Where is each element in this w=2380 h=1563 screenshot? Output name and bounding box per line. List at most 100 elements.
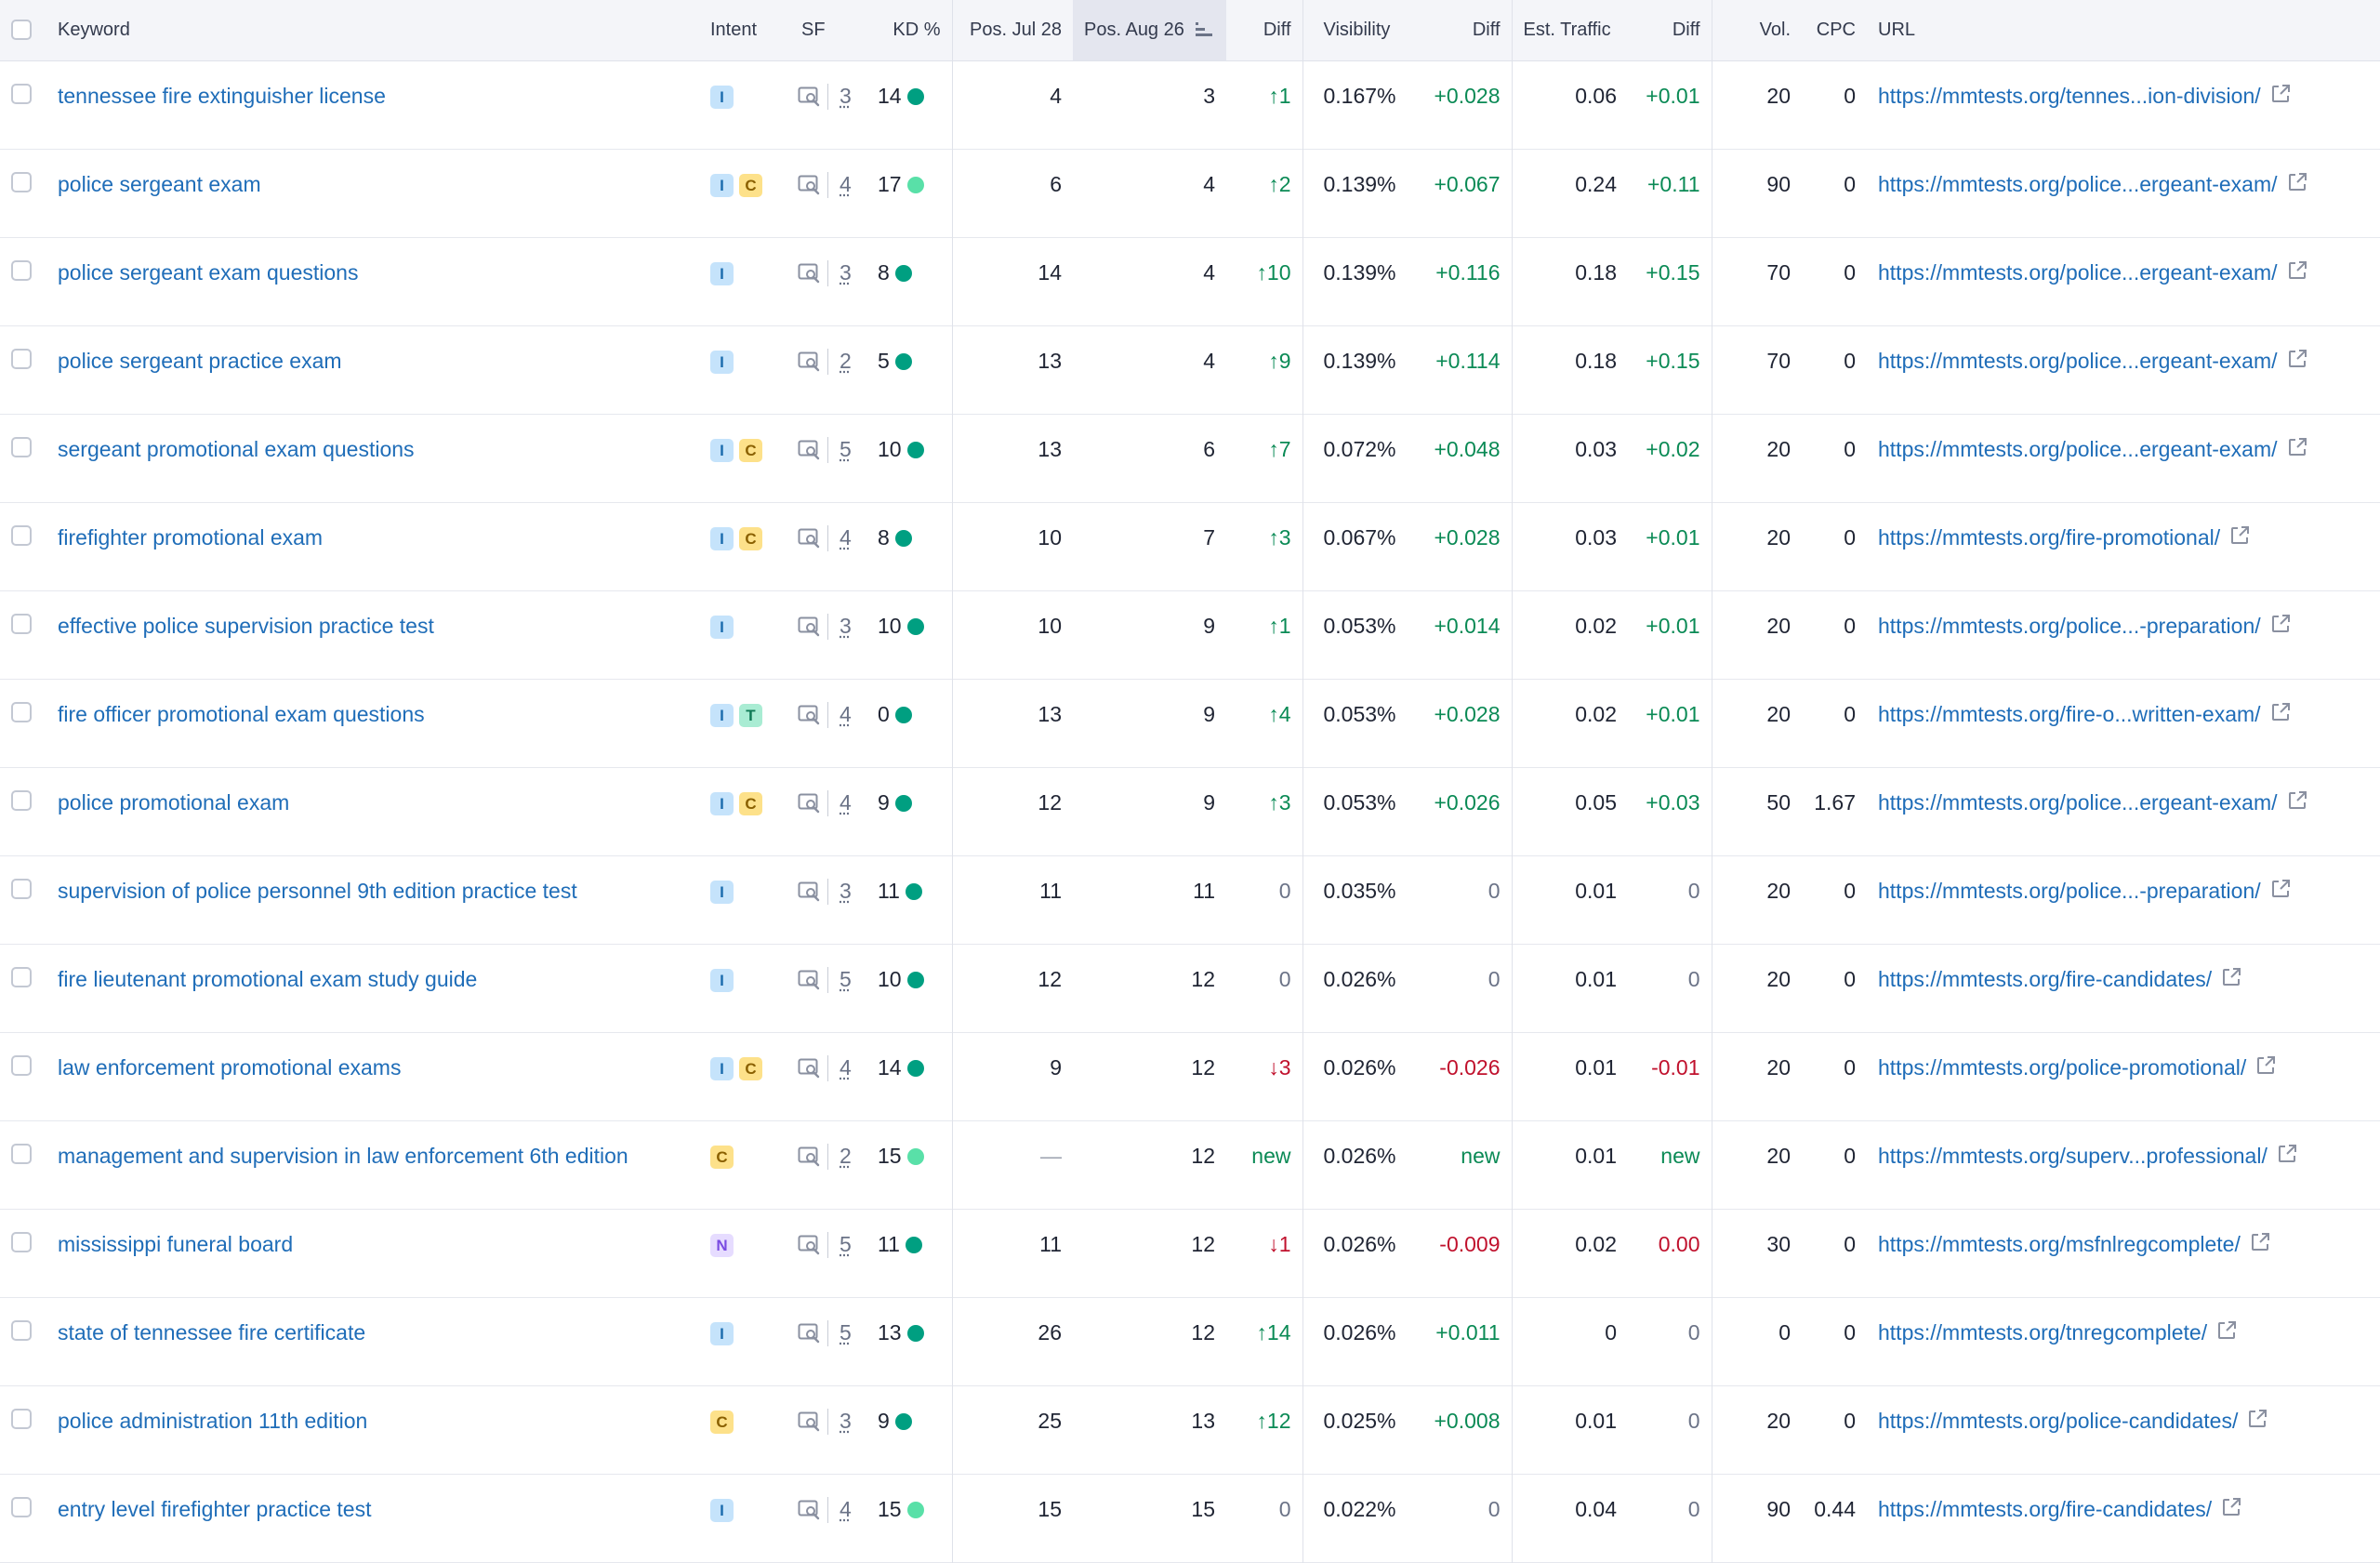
sf-count[interactable]: 3: [840, 1409, 852, 1433]
url-link[interactable]: https://mmtests.org/police...ergeant-exa…: [1878, 349, 2278, 373]
header-traffic-diff[interactable]: Diff: [1628, 0, 1712, 61]
row-checkbox[interactable]: [11, 701, 32, 722]
sf-count[interactable]: 5: [840, 1232, 852, 1256]
keyword-link[interactable]: mississippi funeral board: [58, 1232, 293, 1256]
intent-badge[interactable]: I: [710, 526, 734, 550]
sf-count[interactable]: 4: [840, 1497, 852, 1521]
row-checkbox[interactable]: [11, 259, 32, 281]
external-link-icon[interactable]: [2250, 1232, 2270, 1252]
intent-badge[interactable]: C: [739, 791, 762, 815]
keyword-link[interactable]: supervision of police personnel 9th edit…: [58, 879, 577, 903]
keyword-link[interactable]: effective police supervision practice te…: [58, 614, 434, 638]
external-link-icon[interactable]: [2287, 790, 2307, 811]
serp-features-icon[interactable]: [798, 793, 820, 814]
intent-badge[interactable]: I: [710, 1498, 734, 1522]
intent-badge[interactable]: I: [710, 438, 734, 462]
row-checkbox[interactable]: [11, 83, 32, 104]
url-link[interactable]: https://mmtests.org/police-candidates/: [1878, 1409, 2238, 1433]
header-sf[interactable]: SF: [785, 0, 866, 61]
keyword-link[interactable]: police promotional exam: [58, 790, 289, 815]
row-checkbox[interactable]: [11, 878, 32, 899]
row-checkbox[interactable]: [11, 1319, 32, 1341]
url-link[interactable]: https://mmtests.org/police...ergeant-exa…: [1878, 790, 2278, 815]
keyword-link[interactable]: state of tennessee fire certificate: [58, 1320, 365, 1344]
url-link[interactable]: https://mmtests.org/tnregcomplete/: [1878, 1320, 2207, 1344]
keyword-link[interactable]: police sergeant practice exam: [58, 349, 342, 373]
intent-badge[interactable]: I: [710, 261, 734, 285]
sf-count[interactable]: 5: [840, 437, 852, 461]
external-link-icon[interactable]: [2287, 172, 2307, 192]
keyword-link[interactable]: sergeant promotional exam questions: [58, 437, 415, 461]
sf-count[interactable]: 3: [840, 260, 852, 285]
keyword-link[interactable]: police sergeant exam questions: [58, 260, 358, 285]
external-link-icon[interactable]: [2287, 260, 2307, 281]
external-link-icon[interactable]: [2270, 614, 2291, 634]
external-link-icon[interactable]: [2247, 1409, 2268, 1429]
row-checkbox[interactable]: [11, 1231, 32, 1252]
sf-count[interactable]: 2: [840, 1144, 852, 1168]
url-link[interactable]: https://mmtests.org/police-promotional/: [1878, 1055, 2246, 1080]
header-url[interactable]: URL: [1867, 0, 2380, 61]
row-checkbox[interactable]: [11, 348, 32, 369]
external-link-icon[interactable]: [2270, 702, 2291, 722]
sf-count[interactable]: 2: [840, 349, 852, 373]
serp-features-icon[interactable]: [798, 881, 820, 902]
serp-features-icon[interactable]: [798, 1235, 820, 1255]
sf-count[interactable]: 4: [840, 702, 852, 726]
serp-features-icon[interactable]: [798, 528, 820, 549]
intent-badge[interactable]: I: [710, 880, 734, 904]
row-checkbox[interactable]: [11, 1143, 32, 1164]
serp-features-icon[interactable]: [798, 351, 820, 372]
serp-features-icon[interactable]: [798, 970, 820, 990]
sf-count[interactable]: 5: [840, 967, 852, 991]
url-link[interactable]: https://mmtests.org/fire-candidates/: [1878, 1497, 2212, 1521]
intent-badge[interactable]: I: [710, 703, 734, 727]
keyword-link[interactable]: management and supervision in law enforc…: [58, 1144, 628, 1168]
row-checkbox[interactable]: [11, 966, 32, 987]
intent-badge[interactable]: I: [710, 791, 734, 815]
url-link[interactable]: https://mmtests.org/police...-preparatio…: [1878, 879, 2261, 903]
external-link-icon[interactable]: [2270, 879, 2291, 899]
external-link-icon[interactable]: [2287, 437, 2307, 457]
serp-features-icon[interactable]: [798, 1058, 820, 1079]
sf-count[interactable]: 5: [840, 1320, 852, 1344]
intent-badge[interactable]: I: [710, 615, 734, 639]
header-volume[interactable]: Vol.: [1712, 0, 1802, 61]
url-link[interactable]: https://mmtests.org/fire-o...written-exa…: [1878, 702, 2261, 726]
intent-badge[interactable]: T: [739, 703, 762, 727]
external-link-icon[interactable]: [2277, 1144, 2297, 1164]
serp-features-icon[interactable]: [798, 1146, 820, 1167]
serp-features-icon[interactable]: [798, 1323, 820, 1344]
row-checkbox[interactable]: [11, 436, 32, 457]
serp-features-icon[interactable]: [798, 616, 820, 637]
intent-badge[interactable]: C: [710, 1145, 734, 1169]
external-link-icon[interactable]: [2221, 1497, 2241, 1517]
sf-count[interactable]: 3: [840, 84, 852, 108]
keyword-link[interactable]: police administration 11th edition: [58, 1409, 367, 1433]
external-link-icon[interactable]: [2229, 525, 2250, 546]
row-checkbox[interactable]: [11, 1408, 32, 1429]
intent-badge[interactable]: C: [739, 173, 762, 197]
header-visibility-diff[interactable]: Diff: [1409, 0, 1513, 61]
serp-features-icon[interactable]: [798, 263, 820, 284]
url-link[interactable]: https://mmtests.org/msfnlregcomplete/: [1878, 1232, 2241, 1256]
keyword-link[interactable]: entry level firefighter practice test: [58, 1497, 371, 1521]
external-link-icon[interactable]: [2270, 84, 2291, 104]
row-checkbox[interactable]: [11, 171, 32, 192]
serp-features-icon[interactable]: [798, 705, 820, 725]
intent-badge[interactable]: I: [710, 173, 734, 197]
url-link[interactable]: https://mmtests.org/fire-promotional/: [1878, 525, 2220, 550]
keyword-link[interactable]: fire lieutenant promotional exam study g…: [58, 967, 477, 991]
keyword-link[interactable]: law enforcement promotional exams: [58, 1055, 401, 1080]
header-cpc[interactable]: CPC: [1802, 0, 1867, 61]
header-pos-curr[interactable]: Pos. Aug 26: [1073, 0, 1226, 61]
row-checkbox[interactable]: [11, 789, 32, 811]
intent-badge[interactable]: C: [739, 1056, 762, 1080]
row-checkbox[interactable]: [11, 1054, 32, 1076]
url-link[interactable]: https://mmtests.org/police...ergeant-exa…: [1878, 172, 2278, 196]
external-link-icon[interactable]: [2287, 349, 2307, 369]
intent-badge[interactable]: C: [739, 526, 762, 550]
header-traffic[interactable]: Est. Traffic: [1512, 0, 1628, 61]
keyword-link[interactable]: police sergeant exam: [58, 172, 261, 196]
row-checkbox[interactable]: [11, 613, 32, 634]
